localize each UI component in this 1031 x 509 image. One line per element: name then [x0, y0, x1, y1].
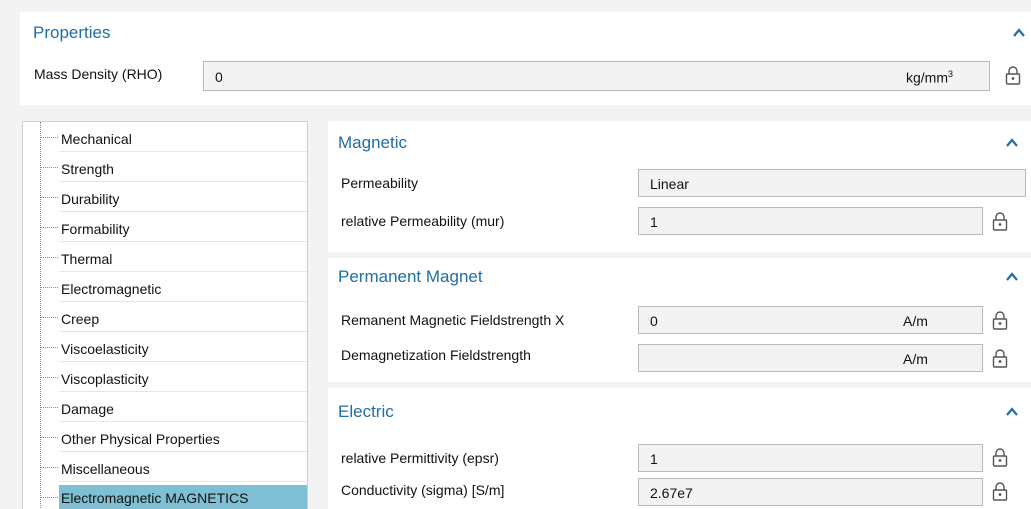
- tree-item-viscoelasticity[interactable]: Viscoelasticity: [23, 332, 307, 362]
- tree-item-formability[interactable]: Formability: [23, 212, 307, 242]
- category-tree: Mechanical Strength Durability Formabili…: [22, 121, 308, 509]
- lock-icon[interactable]: [992, 447, 1008, 467]
- tree-item-label: Electromagnetic: [61, 281, 162, 297]
- lock-icon[interactable]: [992, 481, 1008, 501]
- tree-item-label: Creep: [61, 311, 100, 327]
- tree-item-strength[interactable]: Strength: [23, 152, 307, 182]
- tree-item-label: Damage: [61, 401, 114, 417]
- relative-permeability-value: 1: [650, 214, 658, 230]
- tree-item-label: Other Physical Properties: [61, 431, 220, 447]
- tree-item-mechanical[interactable]: Mechanical: [23, 122, 307, 152]
- tree-item-label: Electromagnetic MAGNETICS: [59, 485, 307, 509]
- mass-density-value: 0: [215, 69, 223, 85]
- magnetic-section: Magnetic Permeability Linear relative Pe…: [328, 121, 1031, 252]
- tree-item-electromagnetic-magnetics[interactable]: Electromagnetic MAGNETICS: [23, 482, 307, 509]
- collapse-electric-icon[interactable]: [1005, 405, 1019, 419]
- conductivity-field[interactable]: 2.67e7: [638, 478, 983, 506]
- tree-item-label: Viscoplasticity: [61, 371, 149, 387]
- conductivity-value: 2.67e7: [650, 485, 693, 501]
- mass-density-field[interactable]: 0 kg/mm3: [203, 61, 990, 91]
- remanent-unit: A/m: [903, 313, 928, 329]
- remanent-field[interactable]: 0 A/m: [638, 306, 983, 334]
- magnetic-title: Magnetic: [338, 133, 407, 152]
- collapse-magnetic-icon[interactable]: [1005, 136, 1019, 150]
- properties-title: Properties: [33, 23, 111, 42]
- collapse-permanent-magnet-icon[interactable]: [1005, 270, 1019, 284]
- lock-icon[interactable]: [1005, 65, 1021, 85]
- permanent-magnet-title: Permanent Magnet: [338, 267, 483, 286]
- remanent-label: Remanent Magnetic Fieldstrength X: [341, 312, 565, 328]
- tree-item-miscellaneous[interactable]: Miscellaneous: [23, 452, 307, 482]
- mass-density-unit: kg/mm3: [906, 69, 954, 86]
- tree-item-label: Miscellaneous: [61, 461, 150, 477]
- demagnetization-unit: A/m: [903, 351, 928, 367]
- permanent-magnet-section: Permanent Magnet Remanent Magnetic Field…: [328, 258, 1031, 382]
- permittivity-label: relative Permittivity (epsr): [341, 450, 499, 466]
- tree-item-label: Mechanical: [61, 131, 132, 147]
- tree-item-label: Thermal: [61, 251, 113, 267]
- tree-item-label: Viscoelasticity: [61, 341, 149, 357]
- tree-item-creep[interactable]: Creep: [23, 302, 307, 332]
- tree-item-label: Durability: [61, 191, 120, 207]
- relative-permeability-field[interactable]: 1: [638, 207, 983, 235]
- mass-density-label: Mass Density (RHO): [34, 66, 163, 82]
- permittivity-field[interactable]: 1: [638, 444, 983, 472]
- tree-item-label: Strength: [61, 161, 114, 177]
- relative-permeability-label: relative Permeability (mur): [341, 213, 505, 229]
- lock-icon[interactable]: [992, 348, 1008, 368]
- demagnetization-label: Demagnetization Fieldstrength: [341, 347, 531, 363]
- tree-item-damage[interactable]: Damage: [23, 392, 307, 422]
- properties-panel: Properties Mass Density (RHO) 0 kg/mm3: [20, 12, 1031, 105]
- lock-icon[interactable]: [992, 211, 1008, 231]
- electric-section: Electric relative Permittivity (epsr) 1 …: [328, 388, 1031, 509]
- lock-icon[interactable]: [992, 310, 1008, 330]
- tree-item-label: Formability: [61, 221, 130, 237]
- demagnetization-field[interactable]: A/m: [638, 344, 983, 372]
- tree-item-electromagnetic[interactable]: Electromagnetic: [23, 272, 307, 302]
- remanent-value: 0: [650, 313, 658, 329]
- tree-item-viscoplasticity[interactable]: Viscoplasticity: [23, 362, 307, 392]
- permeability-value: Linear: [650, 176, 689, 192]
- tree-item-other-physical-properties[interactable]: Other Physical Properties: [23, 422, 307, 452]
- tree-item-durability[interactable]: Durability: [23, 182, 307, 212]
- electric-title: Electric: [338, 402, 394, 421]
- tree-item-thermal[interactable]: Thermal: [23, 242, 307, 272]
- permittivity-value: 1: [650, 451, 658, 467]
- collapse-properties-icon[interactable]: [1012, 26, 1026, 40]
- permeability-label: Permeability: [341, 175, 419, 191]
- conductivity-label: Conductivity (sigma) [S/m]: [341, 482, 505, 498]
- permeability-field[interactable]: Linear: [638, 169, 1026, 197]
